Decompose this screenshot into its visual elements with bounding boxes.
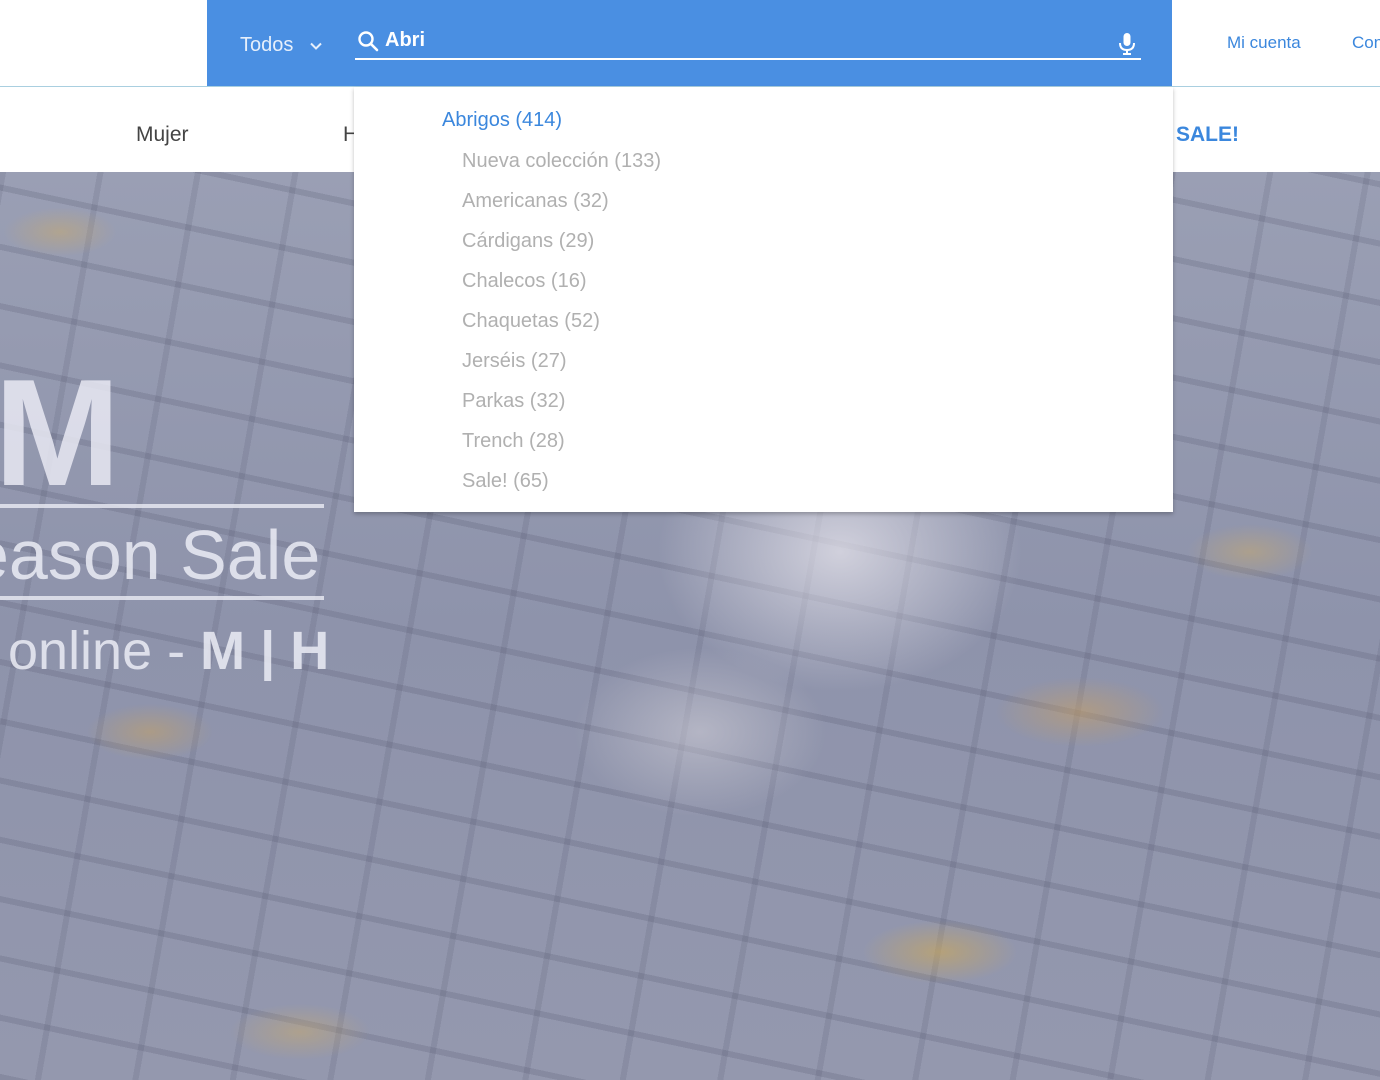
microphone-icon[interactable] (1117, 32, 1137, 56)
hero-season-text: eason Sale (0, 516, 321, 594)
suggestion-item[interactable]: Jerséis (27) (462, 349, 661, 389)
suggestion-item[interactable]: Nueva colección (133) (462, 149, 661, 189)
contact-link[interactable]: Con (1352, 33, 1380, 53)
hero-big-letter: M (0, 348, 121, 518)
suggestion-item[interactable]: Sale! (65) (462, 469, 661, 509)
my-account-link[interactable]: Mi cuenta (1227, 33, 1301, 53)
hero-online-prefix: online - (8, 621, 201, 681)
suggestion-item[interactable]: Cárdigans (29) (462, 229, 661, 269)
suggestion-heading[interactable]: Abrigos (414) (442, 109, 562, 132)
search-icon[interactable] (357, 30, 379, 52)
chevron-down-icon (310, 42, 323, 50)
hero-divider-bottom (0, 596, 324, 600)
nav-item-mujer[interactable]: Mujer (136, 123, 189, 147)
nav-item-sale[interactable]: SALE! (1176, 123, 1239, 147)
department-select-label: Todos (240, 34, 294, 56)
search-input[interactable] (385, 26, 1085, 54)
top-header: Todos Mi cuenta Con (0, 0, 1380, 87)
suggestion-list: Nueva colección (133) Americanas (32) Cá… (462, 149, 661, 509)
suggestion-item[interactable]: Parkas (32) (462, 389, 661, 429)
department-select[interactable]: Todos (240, 34, 323, 57)
hero-online-brands: M | H (200, 621, 330, 681)
suggestion-item[interactable]: Chalecos (16) (462, 269, 661, 309)
search-field (355, 24, 1141, 60)
hero-divider-top (0, 504, 324, 508)
suggestion-item[interactable]: Chaquetas (52) (462, 309, 661, 349)
hero-online-text: online - M | H (8, 624, 329, 678)
search-suggestions-dropdown: Abrigos (414) Nueva colección (133) Amer… (354, 87, 1173, 512)
suggestion-item[interactable]: Americanas (32) (462, 189, 661, 229)
suggestion-item[interactable]: Trench (28) (462, 429, 661, 469)
search-bar: Todos (207, 0, 1172, 86)
